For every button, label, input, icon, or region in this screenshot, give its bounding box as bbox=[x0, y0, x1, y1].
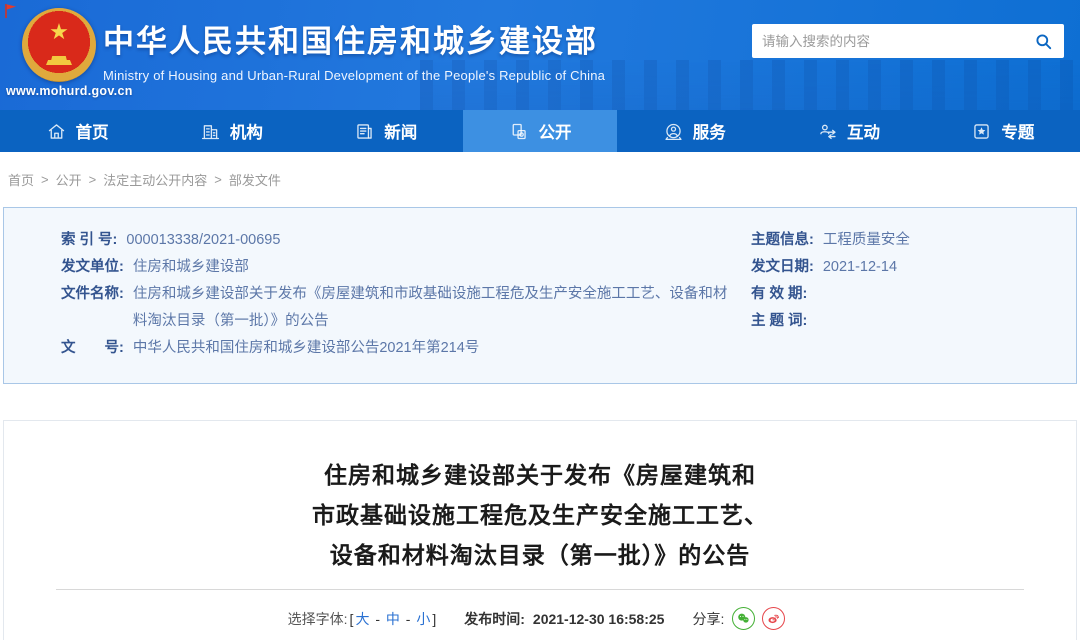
breadcrumb-separator: > bbox=[41, 172, 49, 187]
search-input[interactable] bbox=[762, 34, 1032, 49]
font-size-medium-button[interactable]: 中 bbox=[384, 611, 402, 627]
article-title-line: 住房和城乡建设部关于发布《房屋建筑和 bbox=[4, 455, 1076, 495]
info-row-issuing-unit: 发文单位: 住房和城乡建设部 bbox=[61, 254, 751, 281]
share-wechat-icon[interactable] bbox=[732, 607, 755, 630]
breadcrumb-item-ministry-docs[interactable]: 部发文件 bbox=[229, 170, 281, 189]
info-row-index-number: 索 引 号: 000013338/2021-00695 bbox=[61, 227, 751, 254]
nav-label: 互动 bbox=[847, 119, 880, 143]
info-row-topic-info: 主题信息: 工程质量安全 bbox=[751, 227, 1076, 254]
site-header: ★ 中华人民共和国住房和城乡建设部 Ministry of Housing an… bbox=[0, 0, 1080, 110]
site-title-block: 中华人民共和国住房和城乡建设部 Ministry of Housing and … bbox=[103, 16, 605, 83]
info-row-keywords: 主 题 词: bbox=[751, 308, 1076, 335]
info-value: 2021-12-14 bbox=[823, 254, 897, 281]
emblem-star-icon: ★ bbox=[49, 21, 69, 43]
info-label: 发文日期: bbox=[751, 254, 814, 281]
dash: - bbox=[402, 611, 414, 627]
article-card: 住房和城乡建设部关于发布《房屋建筑和 市政基础设施工程危及生产安全施工工艺、 设… bbox=[3, 420, 1077, 640]
info-value: 住房和城乡建设部 bbox=[133, 254, 249, 281]
topic-icon bbox=[971, 121, 992, 142]
info-row-issue-date: 发文日期: 2021-12-14 bbox=[751, 254, 1076, 281]
info-value: 中华人民共和国住房和城乡建设部公告2021年第214号 bbox=[133, 335, 479, 362]
site-url: www.mohurd.gov.cn bbox=[6, 84, 133, 98]
nav-label: 服务 bbox=[693, 119, 726, 143]
nav-item-news[interactable]: 新闻 bbox=[309, 110, 463, 152]
font-size-small-button[interactable]: 小 bbox=[414, 611, 432, 627]
info-label: 主 题 词: bbox=[751, 308, 807, 335]
breadcrumb-item-statutory[interactable]: 法定主动公开内容 bbox=[103, 170, 207, 189]
national-emblem: ★ bbox=[22, 8, 96, 82]
dash: - bbox=[371, 611, 383, 627]
nav-item-disclosure[interactable]: 公开 bbox=[463, 110, 617, 152]
breadcrumb-item-disclosure[interactable]: 公开 bbox=[56, 170, 82, 189]
nav-item-home[interactable]: 首页 bbox=[0, 110, 154, 152]
publish-time-label: 发布时间: bbox=[464, 609, 525, 629]
font-size-selector: [大 - 中 - 小] bbox=[350, 609, 437, 629]
article-title-line: 市政基础设施工程危及生产安全施工工艺、 bbox=[4, 495, 1076, 535]
breadcrumb-separator: > bbox=[214, 172, 222, 187]
share-weibo-icon[interactable] bbox=[762, 607, 785, 630]
info-row-document-number: 文 号: 中华人民共和国住房和城乡建设部公告2021年第214号 bbox=[61, 335, 751, 362]
doc-info-card: 索 引 号: 000013338/2021-00695 发文单位: 住房和城乡建… bbox=[3, 207, 1077, 384]
article-divider bbox=[56, 589, 1024, 590]
info-value: 工程质量安全 bbox=[823, 227, 910, 254]
info-label: 主题信息: bbox=[751, 227, 814, 254]
info-label: 文件名称: bbox=[61, 281, 124, 335]
news-icon bbox=[354, 121, 375, 142]
nav-item-service[interactable]: 服务 bbox=[617, 110, 771, 152]
font-select-label: 选择字体: bbox=[288, 609, 348, 629]
site-title-en: Ministry of Housing and Urban-Rural Deve… bbox=[103, 68, 605, 83]
info-row-validity: 有 效 期: bbox=[751, 281, 1076, 308]
corner-flag-icon bbox=[4, 3, 18, 19]
font-size-large-button[interactable]: 大 bbox=[353, 611, 371, 627]
doc-info-right-column: 主题信息: 工程质量安全 发文日期: 2021-12-14 有 效 期: 主 题… bbox=[751, 227, 1076, 362]
nav-item-topic[interactable]: 专题 bbox=[926, 110, 1080, 152]
search-box bbox=[752, 24, 1064, 58]
bracket: ] bbox=[432, 611, 436, 627]
home-icon bbox=[46, 121, 67, 142]
info-value: 000013338/2021-00695 bbox=[126, 227, 280, 254]
share-label: 分享: bbox=[692, 609, 724, 629]
nav-label: 首页 bbox=[76, 119, 109, 143]
nav-label: 新闻 bbox=[384, 119, 417, 143]
article-title: 住房和城乡建设部关于发布《房屋建筑和 市政基础设施工程危及生产安全施工工艺、 设… bbox=[4, 421, 1076, 575]
info-label: 文 号: bbox=[61, 335, 124, 362]
info-label: 发文单位: bbox=[61, 254, 124, 281]
organization-icon bbox=[200, 121, 221, 142]
info-value: 住房和城乡建设部关于发布《房屋建筑和市政基础设施工程危及生产安全施工工艺、设备和… bbox=[133, 281, 733, 335]
article-title-line: 设备和材料淘汰目录（第一批）》的公告 bbox=[4, 535, 1076, 575]
publish-time-value: 2021-12-30 16:58:25 bbox=[533, 611, 665, 627]
nav-item-organization[interactable]: 机构 bbox=[154, 110, 308, 152]
breadcrumb-separator: > bbox=[89, 172, 97, 187]
disclosure-icon bbox=[508, 121, 529, 142]
breadcrumb: 首页 > 公开 > 法定主动公开内容 > 部发文件 bbox=[0, 152, 1080, 207]
interaction-icon bbox=[817, 121, 838, 142]
info-label: 有 效 期: bbox=[751, 281, 807, 308]
breadcrumb-item-home[interactable]: 首页 bbox=[8, 170, 34, 189]
service-icon bbox=[663, 121, 684, 142]
doc-info-left-column: 索 引 号: 000013338/2021-00695 发文单位: 住房和城乡建… bbox=[4, 227, 751, 362]
nav-label: 机构 bbox=[230, 119, 263, 143]
article-meta-row: 选择字体: [大 - 中 - 小] 发布时间: 2021-12-30 16:58… bbox=[4, 607, 1076, 630]
emblem-gate-shape bbox=[46, 56, 72, 65]
main-nav: 首页 机构 新闻 公开 服务 互动 专题 bbox=[0, 110, 1080, 152]
search-icon[interactable] bbox=[1032, 30, 1054, 52]
info-row-document-name: 文件名称: 住房和城乡建设部关于发布《房屋建筑和市政基础设施工程危及生产安全施工… bbox=[61, 281, 751, 335]
nav-label: 专题 bbox=[1001, 119, 1034, 143]
nav-item-interaction[interactable]: 互动 bbox=[771, 110, 925, 152]
site-title-cn: 中华人民共和国住房和城乡建设部 bbox=[103, 16, 605, 61]
nav-label: 公开 bbox=[538, 119, 571, 143]
info-label: 索 引 号: bbox=[61, 227, 117, 254]
